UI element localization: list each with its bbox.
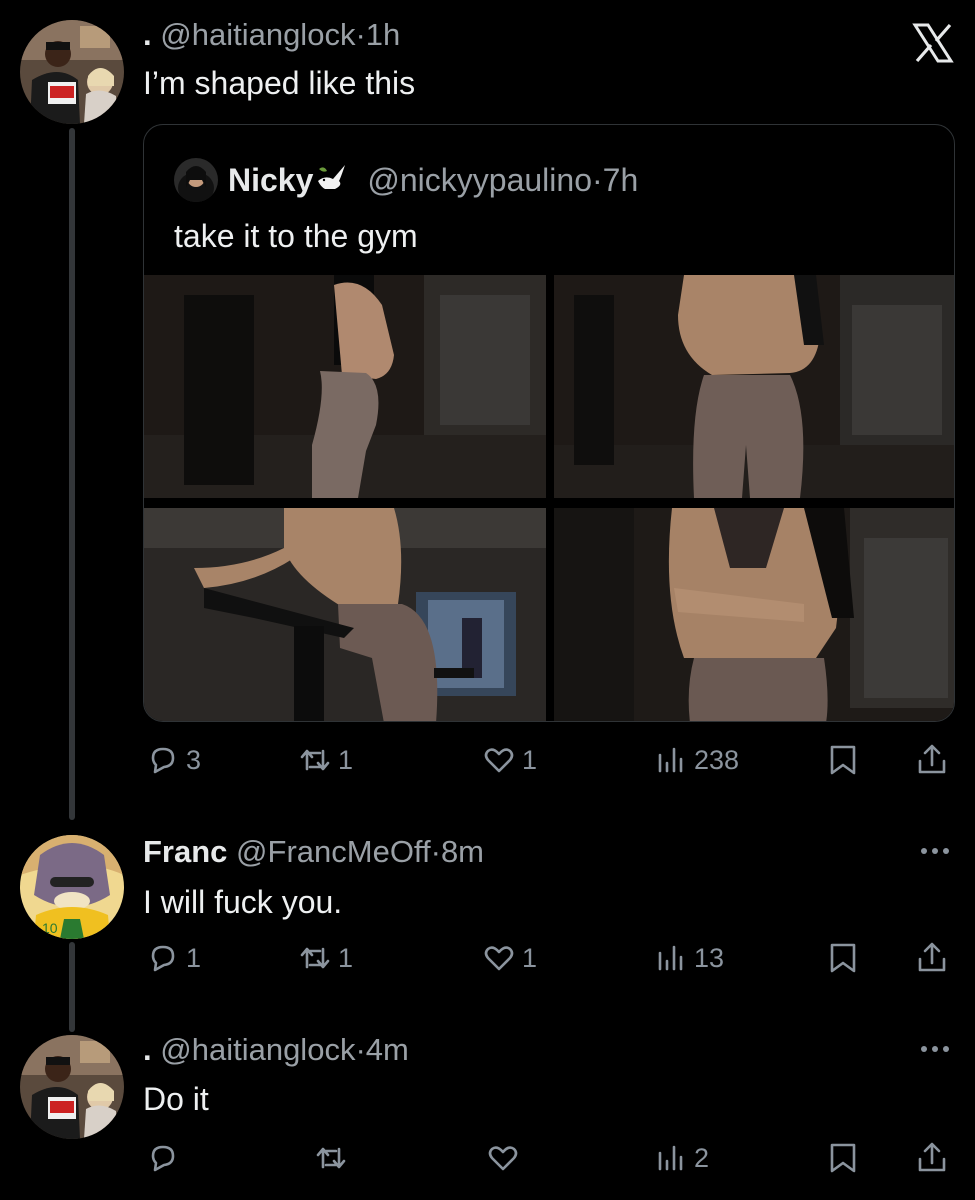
share-button[interactable] <box>915 740 949 780</box>
separator-dot: · <box>355 17 366 52</box>
quoted-tweet-card[interactable]: Nicky @nickyypaulino·7h take it to the gy… <box>143 124 955 722</box>
share-icon <box>918 1142 946 1172</box>
tweet-text: I’m shaped like this <box>143 65 416 101</box>
share-icon <box>918 744 946 774</box>
display-name[interactable]: . <box>143 1032 152 1067</box>
bookmark-button[interactable] <box>826 938 860 978</box>
reply-count: 1 <box>186 943 202 973</box>
view-count: 13 <box>694 943 725 973</box>
like-button[interactable] <box>486 1138 526 1178</box>
views-button[interactable]: 238 <box>654 740 739 780</box>
media-grid <box>144 275 954 721</box>
quoted-avatar[interactable] <box>174 158 218 202</box>
reply-button[interactable]: 1 <box>146 938 201 978</box>
media-photo[interactable] <box>554 508 954 721</box>
svg-text:10: 10 <box>42 920 58 936</box>
quoted-timestamp[interactable]: 7h <box>603 162 639 198</box>
quoted-tweet-text: take it to the gym <box>174 218 418 254</box>
heart-icon <box>484 748 514 773</box>
media-photo[interactable] <box>144 275 546 498</box>
quoted-display-name[interactable]: Nicky <box>228 162 313 198</box>
more-options-icon[interactable] <box>920 1044 950 1054</box>
share-button[interactable] <box>915 1138 949 1178</box>
thread-line <box>69 128 75 820</box>
reply-button[interactable] <box>146 1138 186 1178</box>
quoted-tweet-header: Nicky @nickyypaulino·7h <box>228 161 638 199</box>
like-button[interactable]: 1 <box>482 740 537 780</box>
reply-icon <box>151 747 175 774</box>
bookmark-icon <box>830 1143 856 1173</box>
reply-button[interactable]: 3 <box>146 740 201 780</box>
dove-icon <box>315 161 351 195</box>
repost-button[interactable]: 1 <box>298 740 353 780</box>
views-icon <box>658 747 683 773</box>
display-name[interactable]: Franc <box>143 834 227 869</box>
heart-icon <box>484 946 514 971</box>
handle[interactable]: @FrancMeOff <box>236 834 431 869</box>
views-icon <box>658 945 683 971</box>
bookmark-icon <box>830 745 856 775</box>
repost-button[interactable] <box>314 1138 354 1178</box>
separator-dot: · <box>355 1032 366 1067</box>
view-count: 238 <box>694 745 740 775</box>
bookmark-button[interactable] <box>826 1138 860 1178</box>
views-button[interactable]: 13 <box>654 938 724 978</box>
tweet-text: I will fuck you. <box>143 884 343 920</box>
thread-line <box>69 942 75 1032</box>
avatar[interactable] <box>20 20 124 124</box>
media-photo[interactable] <box>144 508 546 721</box>
repost-count: 1 <box>338 745 354 775</box>
repost-icon <box>300 947 330 969</box>
bookmark-icon <box>830 943 856 973</box>
repost-icon <box>316 1147 346 1169</box>
timestamp[interactable]: 4m <box>366 1032 409 1067</box>
handle[interactable]: @haitianglock <box>160 17 355 52</box>
like-button[interactable]: 1 <box>482 938 537 978</box>
media-photo[interactable] <box>554 275 954 498</box>
views-button[interactable]: 2 <box>654 1138 709 1178</box>
separator-dot: · <box>430 834 441 869</box>
views-icon <box>658 1145 683 1171</box>
repost-icon <box>300 749 330 771</box>
timestamp[interactable]: 8m <box>441 834 484 869</box>
avatar[interactable]: 10 <box>20 835 124 939</box>
tweet-text: Do it <box>143 1081 209 1117</box>
avatar[interactable] <box>20 1035 124 1139</box>
reply-count: 3 <box>186 745 202 775</box>
share-icon <box>918 942 946 972</box>
tweet-header: . @haitianglock·1h <box>143 17 400 53</box>
more-options-icon[interactable] <box>920 846 950 856</box>
repost-count: 1 <box>338 943 354 973</box>
tweet-header: Franc @FrancMeOff·8m <box>143 834 484 870</box>
quoted-handle[interactable]: @nickyypaulino <box>367 162 592 198</box>
tweet-header: . @haitianglock·4m <box>143 1032 409 1068</box>
reply-icon <box>151 1145 175 1172</box>
share-button[interactable] <box>915 938 949 978</box>
heart-icon <box>488 1146 518 1171</box>
separator-dot: · <box>591 162 603 198</box>
x-logo-icon[interactable] <box>912 22 954 64</box>
handle[interactable]: @haitianglock <box>160 1032 355 1067</box>
reply-icon <box>151 945 175 972</box>
bookmark-button[interactable] <box>826 740 860 780</box>
like-count: 1 <box>522 943 538 973</box>
view-count: 2 <box>694 1143 710 1173</box>
like-count: 1 <box>522 745 538 775</box>
display-name[interactable]: . <box>143 17 152 52</box>
repost-button[interactable]: 1 <box>298 938 353 978</box>
timestamp[interactable]: 1h <box>366 17 400 52</box>
